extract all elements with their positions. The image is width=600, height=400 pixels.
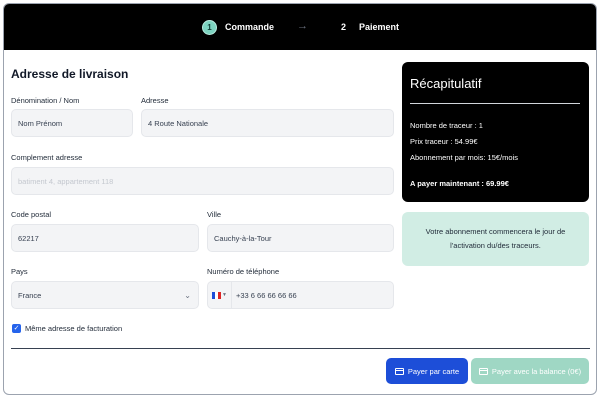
telephone-input[interactable]: ▼ +33 6 66 66 66 66 [207,281,394,309]
pay-balance-label: Payer avec la balance (0€) [491,366,582,376]
same-billing-label[interactable]: Même adresse de facturation [25,324,122,333]
form-divider [11,348,590,349]
subscription-note: Votre abonnement commencera le jour de l… [402,212,589,266]
adresse-input[interactable]: 4 Route Nationale [141,109,394,137]
pays-select[interactable]: France ⌄ [11,281,199,309]
summary-title: Récapitulatif [410,76,482,91]
summary-total: A payer maintenant : 69.99€ [410,179,509,188]
code-postal-label: Code postal [11,210,52,219]
credit-card-icon [478,367,488,375]
code-postal-input[interactable]: 62217 [11,224,199,252]
france-flag-icon[interactable]: ▼ [212,291,227,299]
step-2-label[interactable]: Paiement [359,20,399,35]
ville-label: Ville [207,210,222,219]
summary-divider [410,103,580,104]
adresse-label: Adresse [141,96,169,105]
chevron-down-icon: ⌄ [184,291,191,300]
step-2-indicator: 2 [341,22,347,32]
telephone-value: +33 6 66 66 66 66 [236,290,297,300]
telephone-label: Numéro de téléphone [207,267,280,276]
credit-card-icon [394,367,404,375]
denomination-label: Dénomination / Nom [11,96,80,105]
summary-row-price: Prix traceur : 54.99€ [410,137,478,146]
complement-input[interactable]: batiment 4, appartement 118 [11,167,394,195]
same-billing-checkbox[interactable]: ✓ [12,324,21,333]
denomination-input[interactable]: Nom Prénom [11,109,133,137]
step-1-label[interactable]: Commande [225,20,274,35]
summary-row-count: Nombre de traceur : 1 [410,121,483,130]
pay-balance-button[interactable]: Payer avec la balance (0€) [471,358,589,384]
pays-label: Pays [11,267,28,276]
checkout-stepper: 1 Commande → 2 Paiement [4,4,596,50]
summary-panel: Récapitulatif Nombre de traceur : 1 Prix… [402,62,589,202]
pays-selected-value: France [18,290,42,300]
pay-card-label: Payer par carte [407,366,460,376]
step-1-indicator: 1 [202,20,217,35]
summary-row-subscription: Abonnement par mois: 15€/mois [410,153,518,162]
ville-input[interactable]: Cauchy-à-la-Tour [207,224,394,252]
arrow-right-icon: → [297,20,308,32]
checkout-page: 1 Commande → 2 Paiement Adresse de livra… [3,3,597,395]
complement-label: Complement adresse [11,153,83,162]
pay-card-button[interactable]: Payer par carte [386,358,468,384]
section-title: Adresse de livraison [11,67,129,81]
phone-divider [231,282,232,308]
